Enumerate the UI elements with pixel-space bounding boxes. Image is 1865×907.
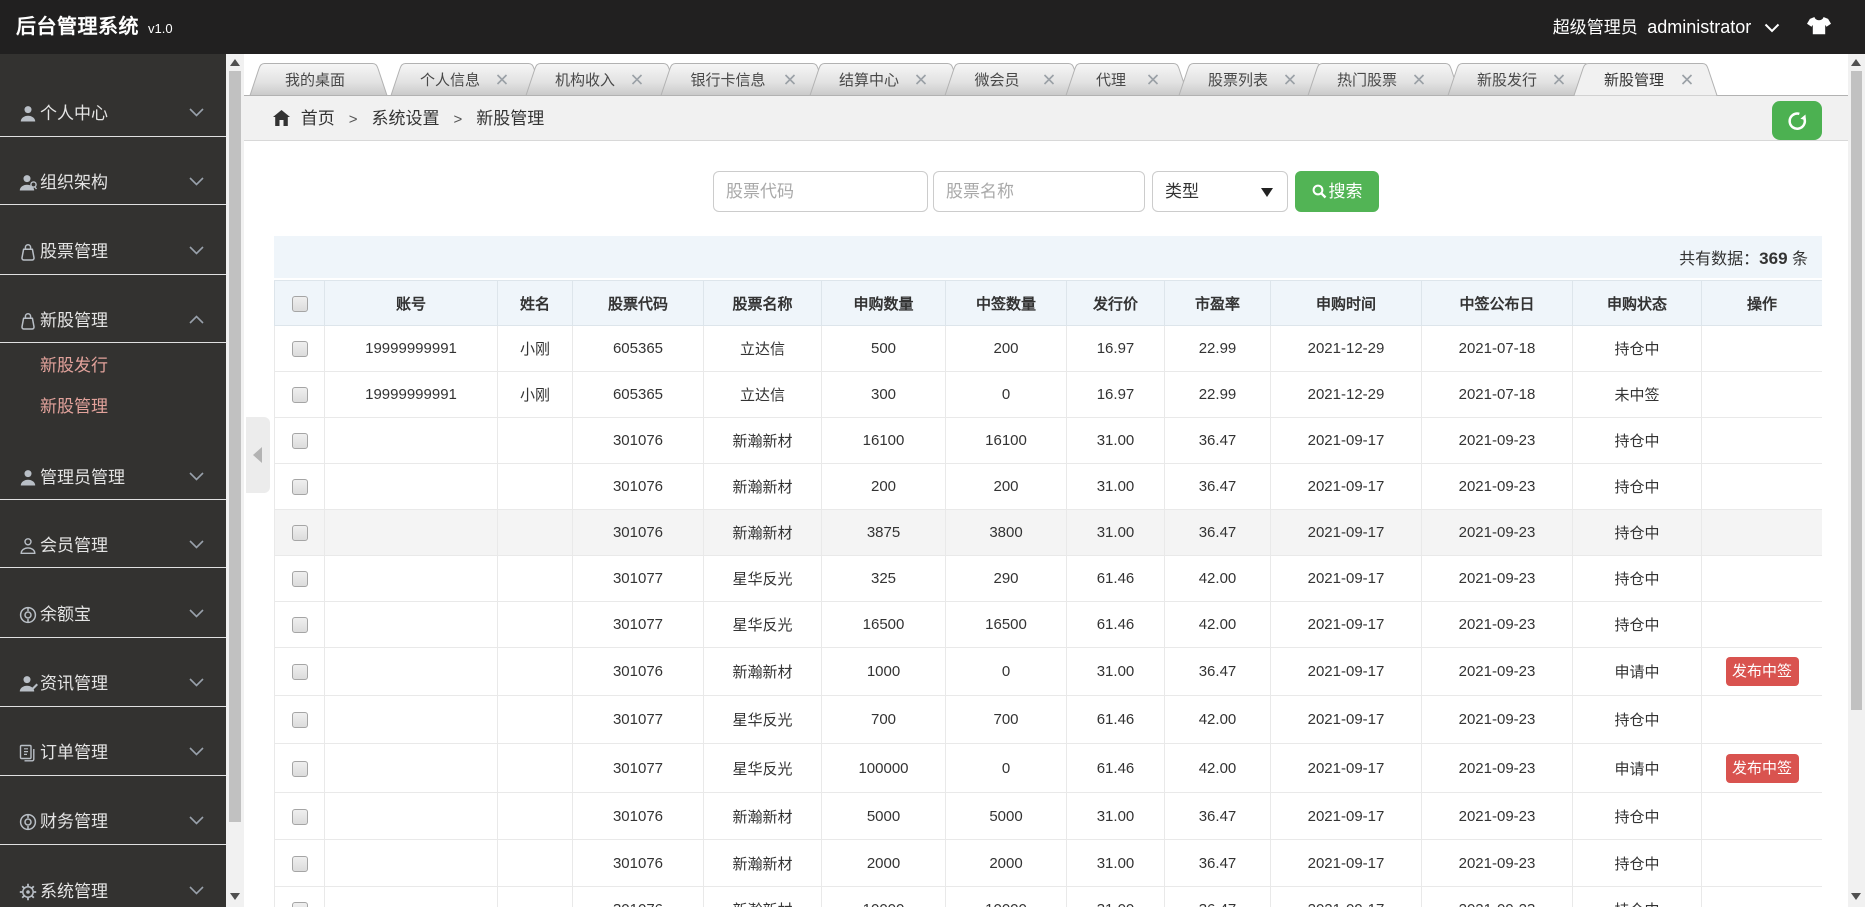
svg-text:个人信息: 个人信息: [420, 72, 480, 89]
svg-text:新股发行: 新股发行: [1477, 72, 1537, 89]
svg-text:银行卡信息: 银行卡信息: [690, 72, 765, 89]
svg-text:新股管理: 新股管理: [1604, 72, 1664, 89]
svg-text:结算中心: 结算中心: [839, 71, 899, 89]
svg-text:热门股票: 热门股票: [1337, 72, 1397, 89]
svg-text:机构收入: 机构收入: [555, 72, 615, 89]
svg-text:代理: 代理: [1096, 72, 1126, 89]
svg-text:股票列表: 股票列表: [1208, 72, 1268, 89]
svg-text:微会员: 微会员: [974, 72, 1019, 89]
svg-text:我的桌面: 我的桌面: [285, 72, 345, 89]
